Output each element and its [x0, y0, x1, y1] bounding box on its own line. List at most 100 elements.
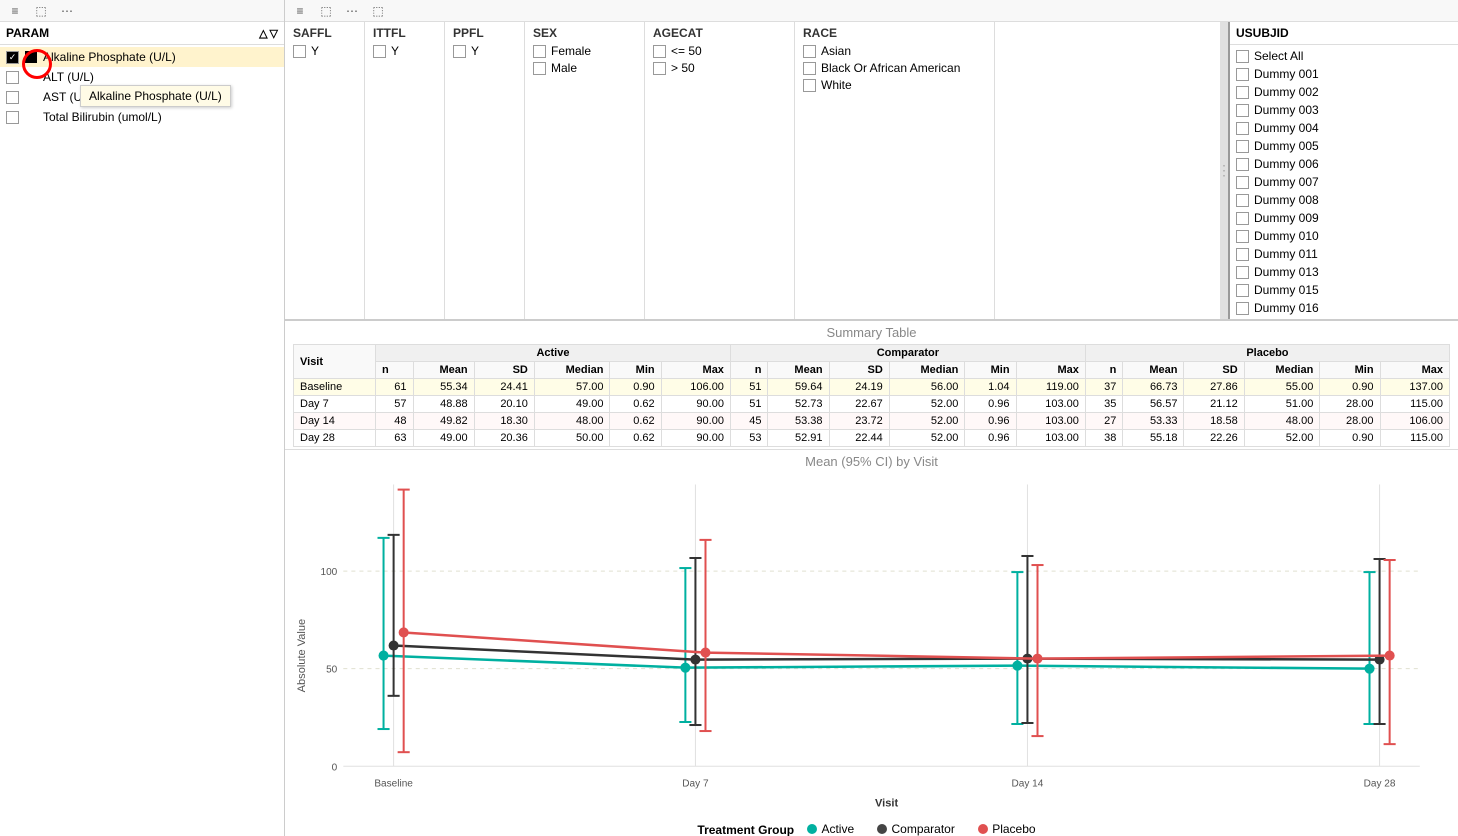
filter-title-sex: SEX [533, 26, 636, 40]
filter-option-sex-female[interactable]: Female [533, 44, 636, 58]
param-checkbox-alt[interactable] [6, 71, 19, 84]
more-icon[interactable]: ⋯ [58, 2, 76, 20]
filter-checkbox-sex-female[interactable] [533, 45, 546, 58]
usubjid-checkbox-dummy004[interactable] [1236, 122, 1249, 135]
usubjid-checkbox-dummy006[interactable] [1236, 158, 1249, 171]
usubjid-checkbox-dummy007[interactable] [1236, 176, 1249, 189]
dot-comp-baseline [389, 641, 399, 651]
usubjid-checkbox-select-all[interactable] [1236, 50, 1249, 63]
y-tick-50: 50 [326, 665, 338, 676]
cell-comp-n: 53 [730, 430, 768, 447]
usubjid-checkbox-dummy008[interactable] [1236, 194, 1249, 207]
chart-legend: Treatment Group Active Comparator Placeb… [293, 818, 1450, 836]
filter-divider[interactable] [1220, 22, 1228, 319]
dot-plac-baseline [399, 627, 409, 637]
param-label-alkaline: Alkaline Phosphate (U/L) [43, 50, 176, 64]
cell-comp-max: 103.00 [1016, 413, 1085, 430]
usubjid-checkbox-dummy001[interactable] [1236, 68, 1249, 81]
filter-checkbox-race-white[interactable] [803, 79, 816, 92]
right-panel-wrapper: ≡ ⬚ ⋯ ⬚ SAFFL Y [285, 0, 1458, 836]
cell-plac-min: 28.00 [1320, 413, 1380, 430]
filter-checkbox-race-asian[interactable] [803, 45, 816, 58]
filter-title-agecat: AGECAT [653, 26, 786, 40]
toolbar-expand-icon[interactable]: ⬚ [369, 2, 387, 20]
param-item-bilirubin[interactable]: Total Bilirubin (umol/L) [0, 107, 284, 127]
col-active-sd: SD [474, 362, 534, 379]
usubjid-item-dummy008[interactable]: Dummy 008 [1230, 191, 1458, 209]
cell-comp-median: 52.00 [889, 413, 965, 430]
filter-option-race-white[interactable]: White [803, 78, 986, 92]
usubjid-item-dummy002[interactable]: Dummy 002 [1230, 83, 1458, 101]
col-plac-median: Median [1244, 362, 1320, 379]
param-label-alt: ALT (U/L) [43, 70, 94, 84]
table-row: Day 28 63 49.00 20.36 50.00 0.62 90.00 5… [294, 430, 1450, 447]
usubjid-item-dummy015[interactable]: Dummy 015 [1230, 281, 1458, 299]
usubjid-item-dummy007[interactable]: Dummy 007 [1230, 173, 1458, 191]
usubjid-item-select-all[interactable]: Select All [1230, 47, 1458, 65]
cell-comp-min: 0.96 [965, 396, 1016, 413]
cell-plac-n: 27 [1085, 413, 1123, 430]
usubjid-item-dummy004[interactable]: Dummy 004 [1230, 119, 1458, 137]
sort-desc-icon[interactable]: ▽ [270, 27, 278, 40]
table-row: Day 14 48 49.82 18.30 48.00 0.62 90.00 4… [294, 413, 1450, 430]
filter-options-sex: Female Male [533, 44, 636, 75]
filter-checkbox-sex-male[interactable] [533, 62, 546, 75]
toolbar-more-icon[interactable]: ⋯ [343, 2, 361, 20]
cell-active-sd: 20.10 [474, 396, 534, 413]
usubjid-panel: USUBJID Select All Dummy 001 Dummy 002 [1228, 22, 1458, 319]
usubjid-checkbox-dummy005[interactable] [1236, 140, 1249, 153]
usubjid-checkbox-dummy016[interactable] [1236, 302, 1249, 315]
filter-option-agecat-lte50[interactable]: <= 50 [653, 44, 786, 58]
param-item-alt[interactable]: ALT (U/L) [0, 67, 284, 87]
usubjid-checkbox-dummy009[interactable] [1236, 212, 1249, 225]
usubjid-item-dummy013[interactable]: Dummy 013 [1230, 263, 1458, 281]
filter-option-saffl-y[interactable]: Y [293, 44, 356, 58]
filter-checkbox-agecat-gt50[interactable] [653, 62, 666, 75]
usubjid-checkbox-dummy003[interactable] [1236, 104, 1249, 117]
usubjid-checkbox-dummy011[interactable] [1236, 248, 1249, 261]
usubjid-item-dummy001[interactable]: Dummy 001 [1230, 65, 1458, 83]
window-icon[interactable]: ⬚ [32, 2, 50, 20]
filter-section-race: RACE Asian Black Or African American [795, 22, 995, 319]
toolbar-menu-icon[interactable]: ≡ [291, 2, 309, 20]
usubjid-item-dummy016[interactable]: Dummy 016 [1230, 299, 1458, 317]
usubjid-item-dummy009[interactable]: Dummy 009 [1230, 209, 1458, 227]
usubjid-checkbox-dummy010[interactable] [1236, 230, 1249, 243]
top-toolbar: ≡ ⬚ ⋯ ⬚ [285, 0, 1458, 22]
filter-option-race-black[interactable]: Black Or African American [803, 61, 986, 75]
filter-checkbox-ppfl-y[interactable] [453, 45, 466, 58]
usubjid-checkbox-dummy015[interactable] [1236, 284, 1249, 297]
legend-dot-placebo [978, 824, 988, 834]
legend-text-placebo: Placebo [992, 822, 1035, 836]
filter-label-saffl-y: Y [311, 44, 319, 58]
usubjid-label-dummy013: Dummy 013 [1254, 265, 1319, 279]
usubjid-item-dummy003[interactable]: Dummy 003 [1230, 101, 1458, 119]
menu-icon[interactable]: ≡ [6, 2, 24, 20]
usubjid-item-dummy011[interactable]: Dummy 011 [1230, 245, 1458, 263]
filter-option-race-asian[interactable]: Asian [803, 44, 986, 58]
param-color-alt [25, 71, 37, 83]
usubjid-item-dummy005[interactable]: Dummy 005 [1230, 137, 1458, 155]
filter-option-ittfl-y[interactable]: Y [373, 44, 436, 58]
filter-checkbox-saffl-y[interactable] [293, 45, 306, 58]
param-checkbox-ast[interactable] [6, 91, 19, 104]
usubjid-checkbox-dummy013[interactable] [1236, 266, 1249, 279]
filter-options-ppfl: Y [453, 44, 516, 58]
filter-checkbox-ittfl-y[interactable] [373, 45, 386, 58]
param-checkbox-bilirubin[interactable] [6, 111, 19, 124]
filter-checkbox-race-black[interactable] [803, 62, 816, 75]
param-checkbox-alkaline[interactable] [6, 51, 19, 64]
usubjid-checkbox-dummy002[interactable] [1236, 86, 1249, 99]
param-color-bilirubin [25, 111, 37, 123]
sort-asc-icon[interactable]: △ [259, 27, 267, 40]
cell-active-n: 61 [376, 379, 414, 396]
usubjid-item-dummy006[interactable]: Dummy 006 [1230, 155, 1458, 173]
filter-option-sex-male[interactable]: Male [533, 61, 636, 75]
usubjid-item-dummy010[interactable]: Dummy 010 [1230, 227, 1458, 245]
filter-option-agecat-gt50[interactable]: > 50 [653, 61, 786, 75]
toolbar-window-icon[interactable]: ⬚ [317, 2, 335, 20]
cell-active-median: 57.00 [534, 379, 610, 396]
filter-option-ppfl-y[interactable]: Y [453, 44, 516, 58]
param-item-alkaline[interactable]: Alkaline Phosphate (U/L) Alkaline Phosph… [0, 47, 284, 67]
filter-checkbox-agecat-lte50[interactable] [653, 45, 666, 58]
